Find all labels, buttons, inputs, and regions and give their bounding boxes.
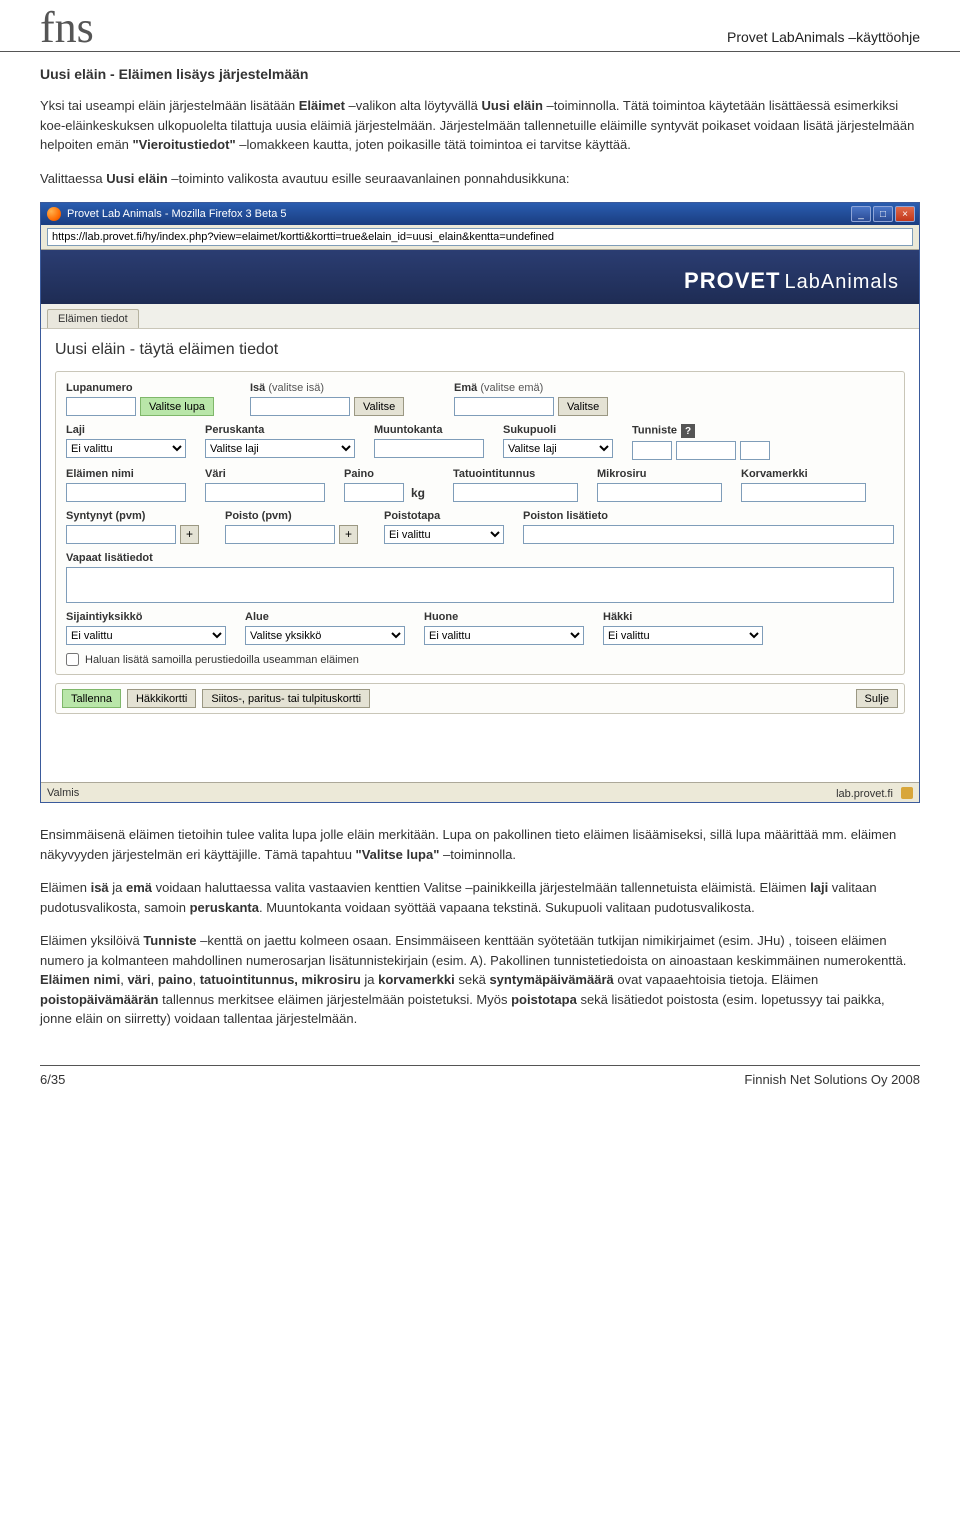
- label-elaimen-nimi: Eläimen nimi: [66, 468, 191, 480]
- huone-select[interactable]: Ei valittu: [424, 626, 584, 645]
- document-header: fns Provet LabAnimals –käyttöohje: [0, 0, 960, 52]
- label-muuntokanta: Muuntokanta: [374, 424, 489, 436]
- body-paragraph-3: Ensimmäisenä eläimen tietoihin tulee val…: [40, 825, 920, 864]
- label-mikrosiru: Mikrosiru: [597, 468, 727, 480]
- sijainti-select[interactable]: Ei valittu: [66, 626, 226, 645]
- tunniste-input-2[interactable]: [676, 441, 736, 460]
- poisto-plus-button[interactable]: +: [339, 525, 358, 544]
- alue-select[interactable]: Valitse yksikkö: [245, 626, 405, 645]
- sukupuoli-select[interactable]: Valitse laji: [503, 439, 613, 458]
- status-bar: Valmis lab.provet.fi: [41, 782, 919, 802]
- label-ema: Emä (valitse emä): [454, 382, 644, 394]
- label-syntynyt: Syntynyt (pvm): [66, 510, 211, 522]
- button-bar: Tallenna Häkkikortti Siitos-, paritus- t…: [55, 683, 905, 714]
- muuntokanta-input[interactable]: [374, 439, 484, 458]
- banner-sub: LabAnimals: [784, 271, 899, 293]
- label-vapaat: Vapaat lisätiedot: [66, 552, 894, 564]
- multi-add-checkbox[interactable]: [66, 653, 79, 666]
- url-bar: [41, 225, 919, 250]
- label-tunniste: Tunniste?: [632, 424, 770, 438]
- footer-copyright: Finnish Net Solutions Oy 2008: [744, 1072, 920, 1087]
- valitse-ema-button[interactable]: Valitse: [558, 397, 608, 416]
- minimize-button[interactable]: _: [851, 206, 871, 222]
- vari-input[interactable]: [205, 483, 325, 502]
- vapaat-textarea[interactable]: [66, 567, 894, 603]
- paino-input[interactable]: [344, 483, 404, 502]
- isa-input[interactable]: [250, 397, 350, 416]
- window-title: Provet Lab Animals - Mozilla Firefox 3 B…: [67, 208, 286, 220]
- label-paino: Paino: [344, 468, 439, 480]
- label-huone: Huone: [424, 611, 589, 623]
- tab-bar: Eläimen tiedot: [41, 304, 919, 329]
- multi-add-label: Haluan lisätä samoilla perustiedoilla us…: [85, 654, 359, 666]
- label-vari: Väri: [205, 468, 330, 480]
- poistotapa-select[interactable]: Ei valittu: [384, 525, 504, 544]
- close-button[interactable]: ×: [895, 206, 915, 222]
- tab-elaimen-tiedot[interactable]: Eläimen tiedot: [47, 309, 139, 328]
- korvamerkki-input[interactable]: [741, 483, 866, 502]
- valitse-isa-button[interactable]: Valitse: [354, 397, 404, 416]
- document-footer: 6/35 Finnish Net Solutions Oy 2008: [40, 1065, 920, 1117]
- label-isa: Isä (valitse isä): [250, 382, 440, 394]
- status-text: Valmis: [47, 787, 79, 799]
- document-body: Uusi eläin - Eläimen lisäys järjestelmää…: [0, 66, 960, 1029]
- label-poistotapa: Poistotapa: [384, 510, 509, 522]
- elaimen-nimi-input[interactable]: [66, 483, 186, 502]
- banner-brand: PROVET: [684, 268, 780, 293]
- valitse-lupa-button[interactable]: Valitse lupa: [140, 397, 214, 416]
- poisto-input[interactable]: [225, 525, 335, 544]
- laji-select[interactable]: Ei valittu: [66, 439, 186, 458]
- tallenna-button[interactable]: Tallenna: [62, 689, 121, 708]
- hakki-select[interactable]: Ei valittu: [603, 626, 763, 645]
- ema-input[interactable]: [454, 397, 554, 416]
- hakkikortti-button[interactable]: Häkkikortti: [127, 689, 196, 708]
- label-laji: Laji: [66, 424, 191, 436]
- poiston-lisa-input[interactable]: [523, 525, 894, 544]
- main-form-box: Lupanumero Valitse lupa Isä (valitse isä…: [55, 371, 905, 675]
- label-peruskanta: Peruskanta: [205, 424, 360, 436]
- label-korvamerkki: Korvamerkki: [741, 468, 871, 480]
- url-input[interactable]: [47, 228, 913, 246]
- tunniste-input-1[interactable]: [632, 441, 672, 460]
- help-icon[interactable]: ?: [681, 424, 695, 438]
- label-alue: Alue: [245, 611, 410, 623]
- label-hakki: Häkki: [603, 611, 768, 623]
- syntynyt-input[interactable]: [66, 525, 176, 544]
- window-titlebar: Provet Lab Animals - Mozilla Firefox 3 B…: [41, 203, 919, 225]
- logo: fns: [40, 10, 94, 45]
- form-title: Uusi eläin - täytä eläimen tiedot: [55, 341, 905, 359]
- unit-kg: kg: [411, 486, 425, 500]
- label-sukupuoli: Sukupuoli: [503, 424, 618, 436]
- label-poiston-lisa: Poiston lisätieto: [523, 510, 894, 522]
- document-title: Provet LabAnimals –käyttöohje: [727, 29, 920, 45]
- lock-icon: [901, 787, 913, 799]
- mikrosiru-input[interactable]: [597, 483, 722, 502]
- tatuointi-input[interactable]: [453, 483, 578, 502]
- status-domain: lab.provet.fi: [836, 788, 893, 800]
- body-paragraph-5: Eläimen yksilöivä Tunniste –kenttä on ja…: [40, 931, 920, 1029]
- sulje-button[interactable]: Sulje: [856, 689, 898, 708]
- label-tatuointi: Tatuointitunnus: [453, 468, 583, 480]
- label-poisto: Poisto (pvm): [225, 510, 370, 522]
- label-lupanumero: Lupanumero: [66, 382, 236, 394]
- intro-paragraph-1: Yksi tai useampi eläin järjestelmään lis…: [40, 96, 920, 155]
- intro-paragraph-2: Valittaessa Uusi eläin –toiminto valikos…: [40, 169, 920, 189]
- lupanumero-input[interactable]: [66, 397, 136, 416]
- browser-window: Provet Lab Animals - Mozilla Firefox 3 B…: [40, 202, 920, 803]
- siitos-button[interactable]: Siitos-, paritus- tai tulpituskortti: [202, 689, 370, 708]
- form-area: Uusi eläin - täytä eläimen tiedot Lupanu…: [41, 329, 919, 722]
- tunniste-input-3[interactable]: [740, 441, 770, 460]
- page-number: 6/35: [40, 1072, 65, 1087]
- body-paragraph-4: Eläimen isä ja emä voidaan haluttaessa v…: [40, 878, 920, 917]
- maximize-button[interactable]: □: [873, 206, 893, 222]
- section-heading: Uusi eläin - Eläimen lisäys järjestelmää…: [40, 66, 920, 82]
- label-sijainti: Sijaintiyksikkö: [66, 611, 231, 623]
- syntynyt-plus-button[interactable]: +: [180, 525, 199, 544]
- firefox-icon: [47, 207, 61, 221]
- peruskanta-select[interactable]: Valitse laji: [205, 439, 355, 458]
- app-banner: PROVETLabAnimals: [41, 250, 919, 304]
